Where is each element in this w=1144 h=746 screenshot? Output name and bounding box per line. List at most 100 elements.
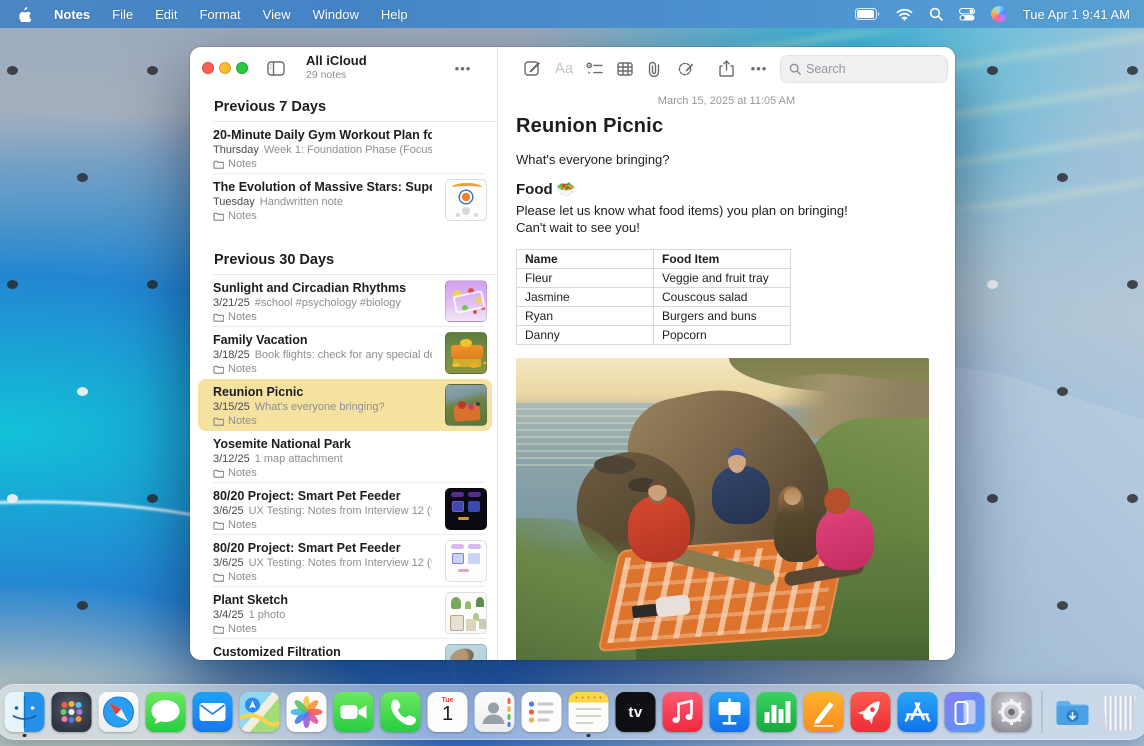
dock-phone-icon[interactable] xyxy=(381,692,421,732)
format-text-button[interactable]: Aa xyxy=(550,54,578,83)
note-title: Yosemite National Park xyxy=(213,437,432,451)
wallpaper-dot xyxy=(77,173,88,182)
siri-icon[interactable] xyxy=(991,6,1007,22)
dock-photos-icon[interactable] xyxy=(287,692,327,732)
wallpaper-dot xyxy=(1127,494,1138,503)
list-item[interactable]: Family Vacation 3/18/25Book flights: che… xyxy=(198,327,492,379)
wallpaper-dot xyxy=(1057,173,1068,182)
dock-contacts-icon[interactable] xyxy=(475,692,515,732)
dock-music-icon[interactable] xyxy=(663,692,703,732)
dock-launchpad-icon[interactable] xyxy=(52,692,92,732)
wallpaper-dot xyxy=(7,494,18,503)
table-row: JasmineCouscous salad xyxy=(517,287,791,306)
note-preview: Week 1: Foundation Phase (Focus on Form … xyxy=(264,144,432,156)
dock-calendar-icon[interactable]: Tue 1 xyxy=(428,692,468,732)
wallpaper-dot xyxy=(77,387,88,396)
note-folder: Notes xyxy=(228,363,257,375)
search-icon xyxy=(789,63,801,75)
list-item[interactable]: 80/20 Project: Smart Pet Feeder 3/6/25UX… xyxy=(198,483,492,535)
menu-help[interactable]: Help xyxy=(381,7,408,22)
writing-tools-icon[interactable] xyxy=(670,54,700,83)
note-thumbnail xyxy=(445,384,487,426)
list-item[interactable]: Yosemite National Park 3/12/251 map atta… xyxy=(198,431,492,483)
folder-icon xyxy=(213,417,224,426)
close-button[interactable] xyxy=(202,62,214,74)
checklist-button[interactable] xyxy=(580,54,608,83)
list-item[interactable]: Sunlight and Circadian Rhythms 3/21/25#s… xyxy=(198,275,492,327)
list-item[interactable]: 20-Minute Daily Gym Workout Plan for One… xyxy=(198,122,492,174)
folder-icon xyxy=(213,365,224,374)
minimize-button[interactable] xyxy=(219,62,231,74)
section-header: Previous 7 Days xyxy=(190,91,497,121)
dock-rocket-icon[interactable] xyxy=(851,692,891,732)
list-more-button[interactable]: ••• xyxy=(448,54,478,83)
wallpaper-dot xyxy=(7,280,18,289)
dock-reminders-icon[interactable] xyxy=(522,692,562,732)
menu-view[interactable]: View xyxy=(263,7,291,22)
dock-notes-icon[interactable] xyxy=(569,692,609,732)
zoom-button[interactable] xyxy=(236,62,248,74)
spotlight-search-icon[interactable] xyxy=(929,7,943,21)
note-preview: 1 photo xyxy=(249,609,286,621)
note-preview: UX Testing: Notes from Interview 12 (*Jc xyxy=(249,505,432,517)
battery-icon[interactable] xyxy=(855,8,880,20)
search-field[interactable] xyxy=(780,55,948,83)
dock-appstore-icon[interactable] xyxy=(898,692,938,732)
dock-downloads-folder[interactable] xyxy=(1053,692,1093,732)
note-preview: 1 map attachment xyxy=(255,453,343,465)
dock-settings-icon[interactable] xyxy=(992,692,1032,732)
menu-window[interactable]: Window xyxy=(313,7,359,22)
note-thumbnail xyxy=(445,592,487,634)
note-folder: Notes xyxy=(228,415,257,427)
table-header-row: Name Food Item xyxy=(517,249,791,268)
note-folder: Notes xyxy=(228,210,257,222)
window-titlebar: All iCloud 29 notes ••• Aa ••• xyxy=(190,47,955,91)
list-item[interactable]: 80/20 Project: Smart Pet Feeder 3/6/25UX… xyxy=(198,535,492,587)
toggle-sidebar-button[interactable] xyxy=(260,54,292,83)
table-button[interactable] xyxy=(611,54,639,83)
menu-format[interactable]: Format xyxy=(199,7,240,22)
menu-edit[interactable]: Edit xyxy=(155,7,177,22)
dock-keynote-icon[interactable] xyxy=(710,692,750,732)
table-row: FleurVeggie and fruit tray xyxy=(517,268,791,287)
dock-tv-icon[interactable]: tv xyxy=(616,692,656,732)
table-row: DannyPopcorn xyxy=(517,325,791,344)
note-preview: Book flights: check for any special dea xyxy=(255,349,432,361)
active-app-menu[interactable]: Notes xyxy=(54,7,90,22)
control-center-icon[interactable] xyxy=(959,8,975,21)
wifi-icon[interactable] xyxy=(896,8,913,21)
more-button[interactable]: ••• xyxy=(744,54,774,83)
tv-label: tv xyxy=(628,704,642,721)
list-item[interactable]: Customized Filtration 2/28/25Our mission… xyxy=(198,639,492,660)
dock-finder-icon[interactable] xyxy=(5,692,45,732)
note-editor[interactable]: March 15, 2025 at 11:05 AM Reunion Picni… xyxy=(498,91,955,660)
picnic-photo[interactable] xyxy=(516,358,929,660)
search-input[interactable] xyxy=(806,62,926,76)
share-button[interactable] xyxy=(710,54,742,83)
dock-messages-icon[interactable] xyxy=(146,692,186,732)
menu-bar-clock[interactable]: Tue Apr 1 9:41 AM xyxy=(1023,7,1130,22)
dock-pages-icon[interactable] xyxy=(804,692,844,732)
note-title: 20-Minute Daily Gym Workout Plan for One… xyxy=(213,128,432,142)
dock-mail-icon[interactable] xyxy=(193,692,233,732)
new-note-button[interactable] xyxy=(516,54,549,83)
folder-icon xyxy=(213,625,224,634)
note-title: Sunlight and Circadian Rhythms xyxy=(213,281,432,295)
wallpaper-dot xyxy=(987,280,998,289)
list-item[interactable]: The Evolution of Massive Stars: Supern… … xyxy=(198,174,492,226)
dock-numbers-icon[interactable] xyxy=(757,692,797,732)
dock-iphone-mirroring-icon[interactable] xyxy=(945,692,985,732)
dock-trash-icon[interactable] xyxy=(1100,692,1140,732)
apple-menu-icon[interactable] xyxy=(18,6,32,22)
list-item[interactable]: Plant Sketch 3/4/251 photo Notes xyxy=(198,587,492,639)
table-header-name: Name xyxy=(517,249,654,268)
note-preview: Handwritten note xyxy=(260,196,343,208)
food-table[interactable]: Name Food Item FleurVeggie and fruit tra… xyxy=(516,249,791,345)
menu-file[interactable]: File xyxy=(112,7,133,22)
calendar-day: 1 xyxy=(428,704,468,724)
list-item-selected[interactable]: Reunion Picnic 3/15/25What's everyone br… xyxy=(198,379,492,431)
attachment-icon[interactable] xyxy=(640,54,668,83)
dock-facetime-icon[interactable] xyxy=(334,692,374,732)
dock-safari-icon[interactable] xyxy=(99,692,139,732)
dock-maps-icon[interactable] xyxy=(240,692,280,732)
